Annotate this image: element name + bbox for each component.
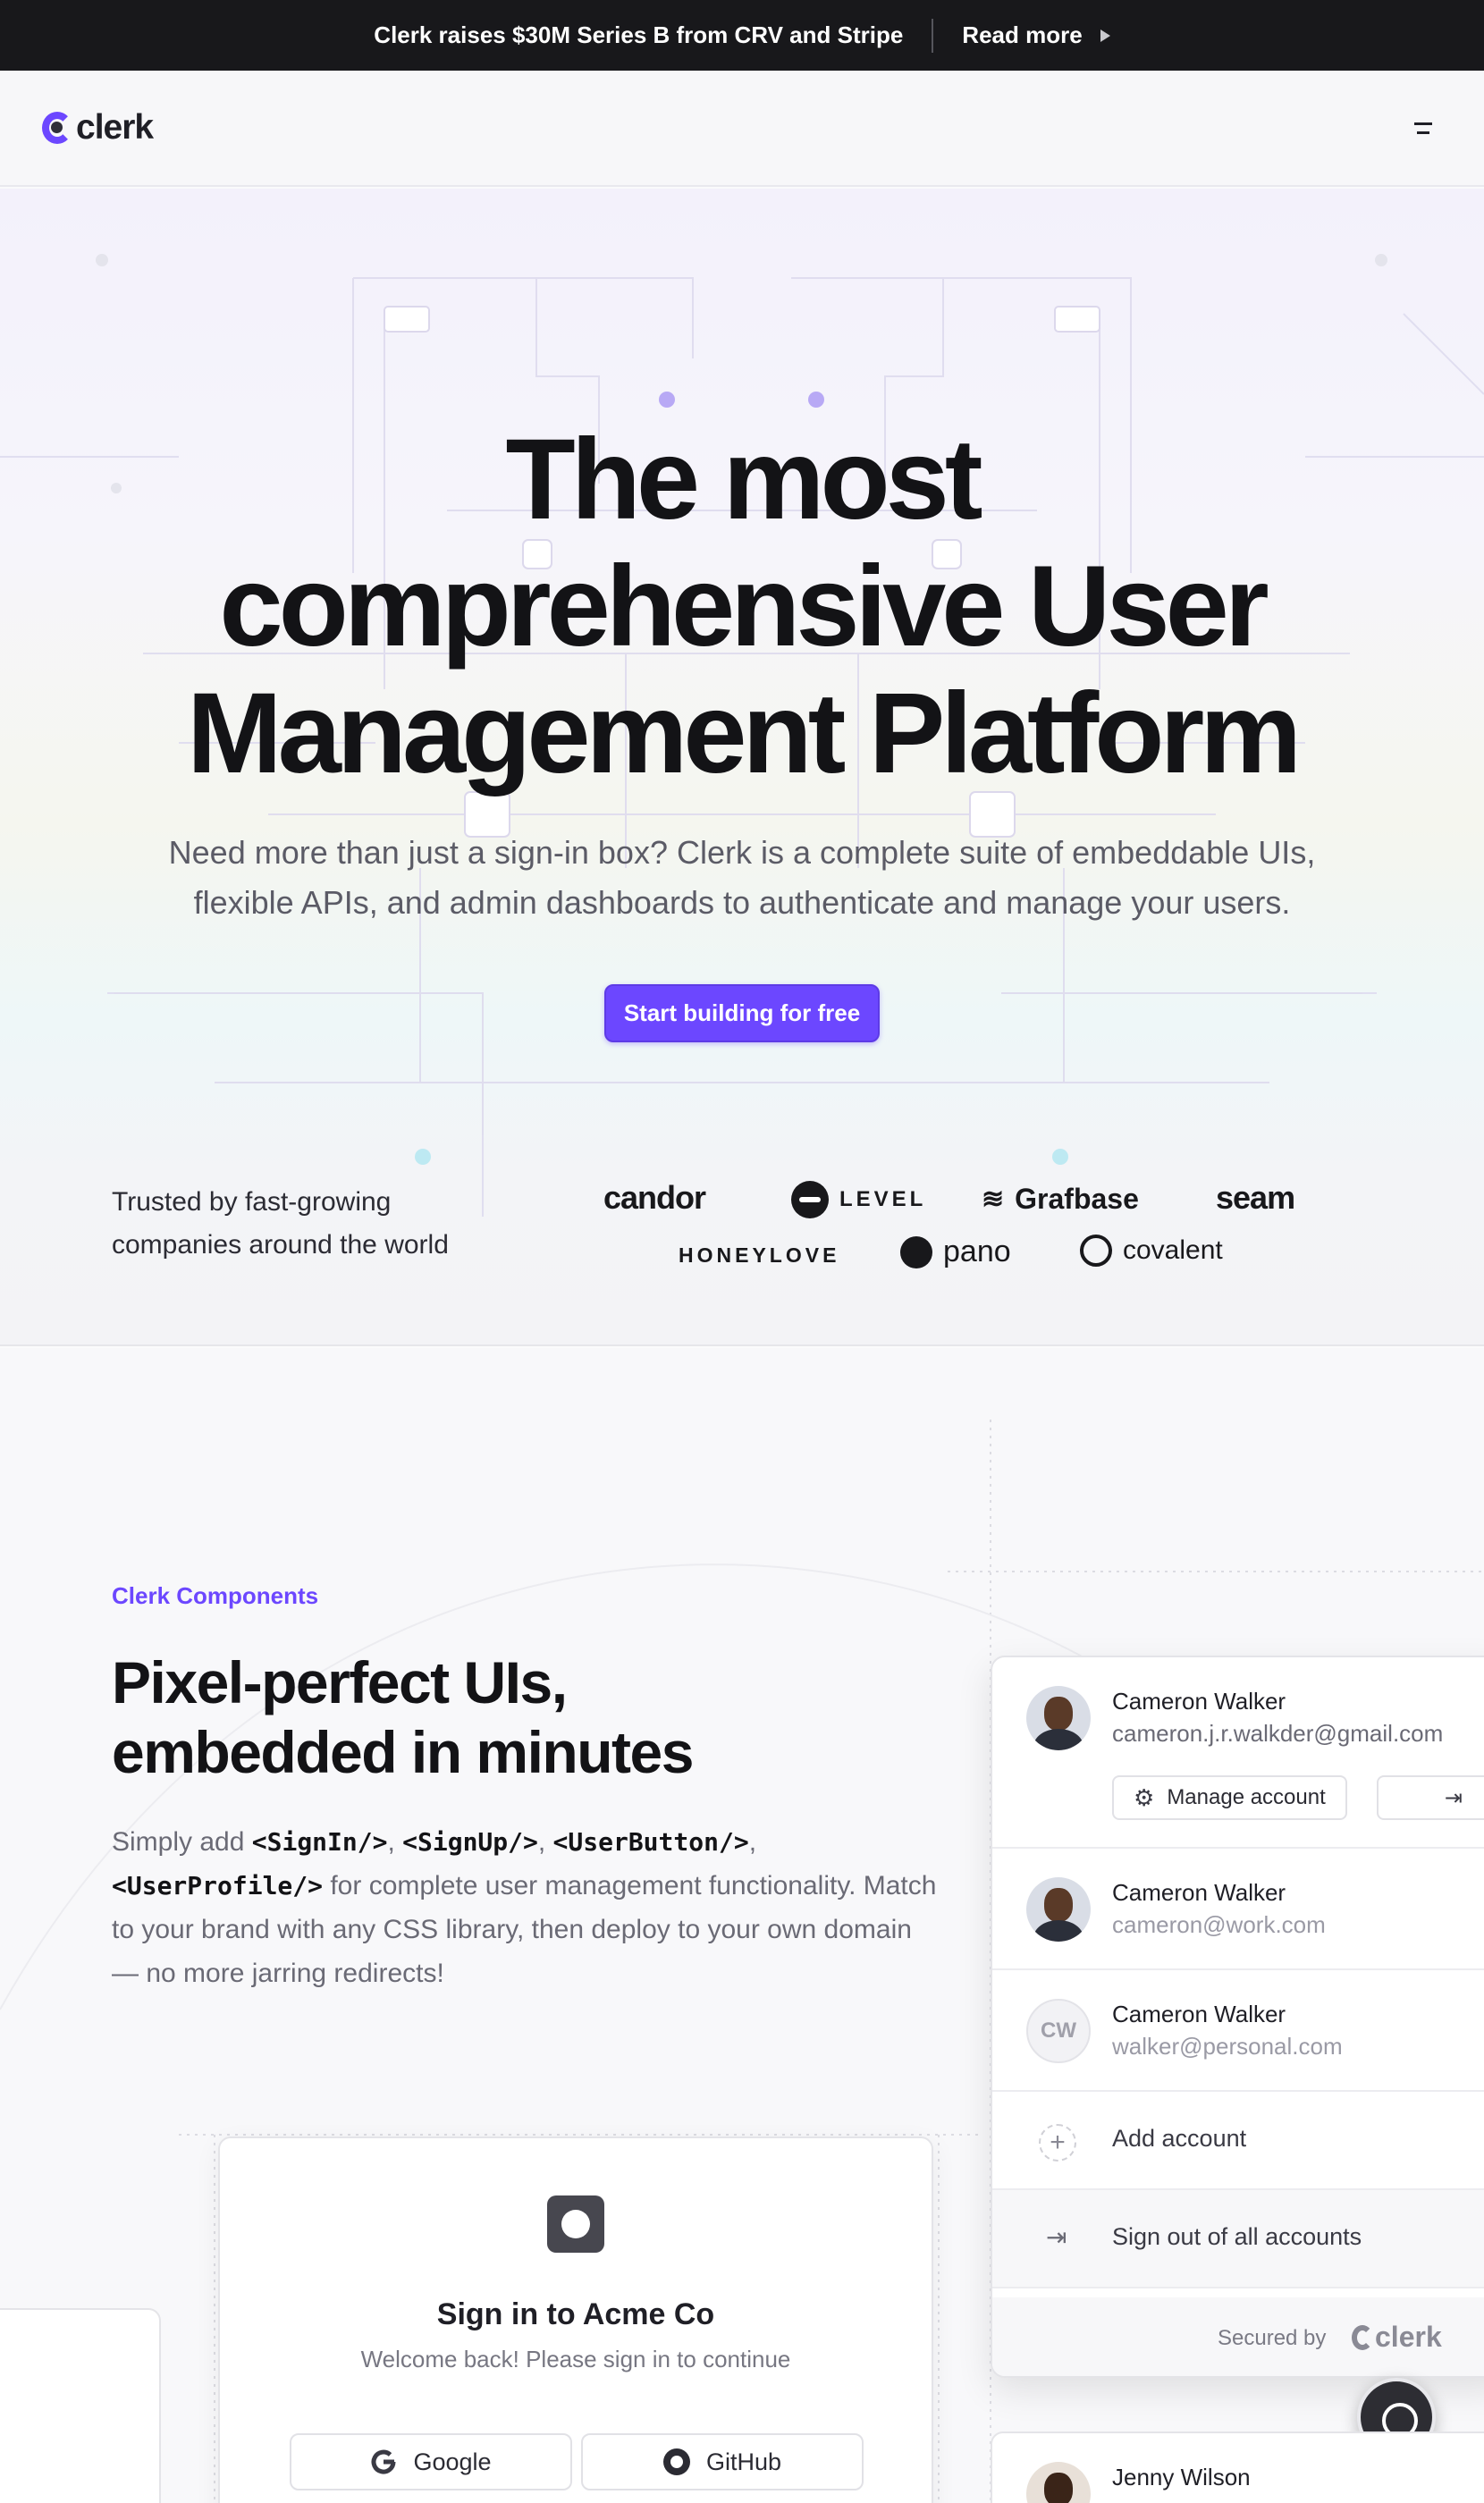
section-title-line: embedded in minutes: [112, 1719, 694, 1785]
announcement-text: Clerk raises $30M Series B from CRV and …: [374, 21, 904, 48]
brand-candor[interactable]: candor: [603, 1179, 706, 1217]
account-email: cameron.j.r.walkder@gmail.com: [1112, 1720, 1444, 1747]
hero-title-line: comprehensive User: [219, 543, 1269, 670]
hero-title-line: The most: [505, 416, 983, 544]
github-icon: [662, 2448, 690, 2475]
brand-honeylove[interactable]: HONEYLOVE: [679, 1243, 839, 1268]
sign-out-button[interactable]: ⇥: [1377, 1775, 1484, 1820]
plus-icon: +: [1039, 2124, 1076, 2162]
avatar: [1026, 1686, 1091, 1750]
clerk-logo-icon: [42, 110, 72, 146]
desc-text: ,: [387, 1827, 403, 1857]
desc-text: ,: [537, 1827, 553, 1857]
avatar-initials: CW: [1026, 1999, 1091, 2063]
trusted-by-text: Trusted by fast-growing companies around…: [112, 1181, 523, 1267]
brand-label: seam: [1216, 1179, 1295, 1216]
user-name: Jenny Wilson: [1112, 2464, 1251, 2490]
start-building-button[interactable]: Start building for free: [604, 984, 880, 1042]
manage-account-label: Manage account: [1167, 1785, 1326, 1809]
account-name: Cameron Walker: [1112, 2001, 1286, 2027]
google-button[interactable]: Google: [290, 2433, 572, 2490]
section-title-line: Pixel-perfect UIs,: [112, 1649, 568, 1715]
pano-logo-icon: [900, 1235, 932, 1268]
signin-title: Sign in to Acme Co: [436, 2297, 715, 2331]
github-label: GitHub: [705, 2448, 782, 2475]
read-more-label: Read more: [962, 21, 1083, 48]
sign-out-all-label: Sign out of all accounts: [1112, 2223, 1362, 2250]
manage-account-button[interactable]: ⚙ Manage account: [1112, 1775, 1347, 1820]
secured-by-footer: Secured by clerk: [992, 2297, 1484, 2376]
account-name: Cameron Walker: [1112, 1879, 1286, 1906]
brand-covalent[interactable]: covalent: [1080, 1235, 1223, 1267]
add-account-button[interactable]: + Add account: [992, 2092, 1484, 2190]
menu-icon[interactable]: [1404, 115, 1445, 142]
announcement-divider: [932, 18, 934, 53]
account-item[interactable]: Cameron Walker cameron@work.com: [992, 1849, 1484, 1970]
active-account: Cameron Walker cameron.j.r.walkder@gmail…: [992, 1657, 1484, 1849]
clerk-logo: clerk: [1352, 2321, 1442, 2354]
clerk-logo-text: clerk: [1375, 2321, 1442, 2353]
google-icon: [371, 2449, 396, 2474]
hero-subtitle-line: flexible APIs, and admin dashboards to a…: [193, 884, 1291, 921]
brand-pano[interactable]: pano: [900, 1235, 1011, 1269]
section-description: Simply add <SignIn/>, <SignUp/>, <UserBu…: [112, 1820, 943, 1995]
account-name: Cameron Walker: [1112, 1688, 1286, 1715]
desc-text: ,: [748, 1827, 757, 1857]
account-email: cameron@work.com: [1112, 1911, 1326, 1938]
brand-grafbase[interactable]: ≋ Grafbase: [982, 1183, 1139, 1216]
secured-by-text: Secured by: [1218, 2326, 1327, 2350]
grafbase-logo-icon: ≋: [982, 1184, 1005, 1214]
clerk-logo-icon: [1352, 2324, 1373, 2350]
section-title: Pixel-perfect UIs, embedded in minutes: [112, 1648, 916, 1787]
code-signin: <SignIn/>: [251, 1827, 388, 1857]
trusted-line: Trusted by fast-growing: [112, 1187, 392, 1217]
signin-subtitle: Welcome back! Please sign in to continue: [360, 2346, 791, 2372]
top-nav: clerk: [0, 71, 1484, 187]
brand-label: Grafbase: [1015, 1183, 1139, 1215]
brand-label: covalent: [1123, 1235, 1223, 1265]
brand-label: candor: [603, 1179, 706, 1216]
acme-logo-icon: [547, 2195, 604, 2253]
avatar: [1026, 2462, 1091, 2503]
signin-card: Sign in to Acme Co Welcome back! Please …: [218, 2136, 933, 2503]
covalent-logo-icon: [1080, 1235, 1112, 1267]
hero-title-line: Management Platform: [186, 670, 1302, 797]
code-userbutton: <UserButton/>: [552, 1827, 749, 1857]
announcement-bar: Clerk raises $30M Series B from CRV and …: [0, 0, 1484, 71]
read-more-link[interactable]: Read more: [962, 21, 1110, 49]
hero-title: The most comprehensive User Management P…: [0, 417, 1484, 797]
account-item[interactable]: CW Cameron Walker walker@personal.com: [992, 1970, 1484, 2092]
account-email: walker@personal.com: [1112, 2033, 1343, 2060]
clerk-logo-text: clerk: [76, 108, 154, 147]
code-signup: <SignUp/>: [402, 1827, 538, 1857]
brand-label: HONEYLOVE: [679, 1243, 840, 1267]
user-button-popover: Cameron Walker cameron.j.r.walkder@gmail…: [991, 1656, 1484, 2378]
hero-section: The most comprehensive User Management P…: [0, 189, 1484, 1346]
code-userprofile: <UserProfile/>: [112, 1871, 324, 1900]
brand-level[interactable]: LEVEL: [791, 1181, 926, 1218]
caret-right-icon: [1100, 29, 1110, 42]
github-button[interactable]: GitHub: [581, 2433, 864, 2490]
sign-out-icon: ⇥: [1444, 1785, 1463, 1810]
sign-out-icon: ⇥: [1046, 2223, 1067, 2251]
trusted-line: companies around the world: [112, 1230, 449, 1260]
gear-icon: ⚙: [1134, 1783, 1155, 1811]
clerk-logo[interactable]: clerk: [42, 108, 154, 147]
sign-out-all-button[interactable]: ⇥ Sign out of all accounts: [992, 2190, 1484, 2288]
avatar: [1026, 1877, 1091, 1942]
brand-label: LEVEL: [839, 1187, 927, 1211]
hero-subtitle-line: Need more than just a sign-in box? Clerk…: [168, 834, 1316, 871]
google-label: Google: [413, 2448, 492, 2475]
add-account-label: Add account: [1112, 2125, 1247, 2152]
level-logo-icon: [791, 1181, 829, 1218]
user-list-card: Jenny Wilson: [991, 2431, 1484, 2503]
brand-label: pano: [943, 1235, 1011, 1268]
partial-card: [0, 2308, 161, 2503]
brand-seam[interactable]: seam: [1216, 1179, 1295, 1217]
desc-text: Simply add: [112, 1827, 252, 1857]
hero-subtitle: Need more than just a sign-in box? Clerk…: [134, 828, 1350, 928]
section-eyebrow: Clerk Components: [112, 1582, 319, 1609]
